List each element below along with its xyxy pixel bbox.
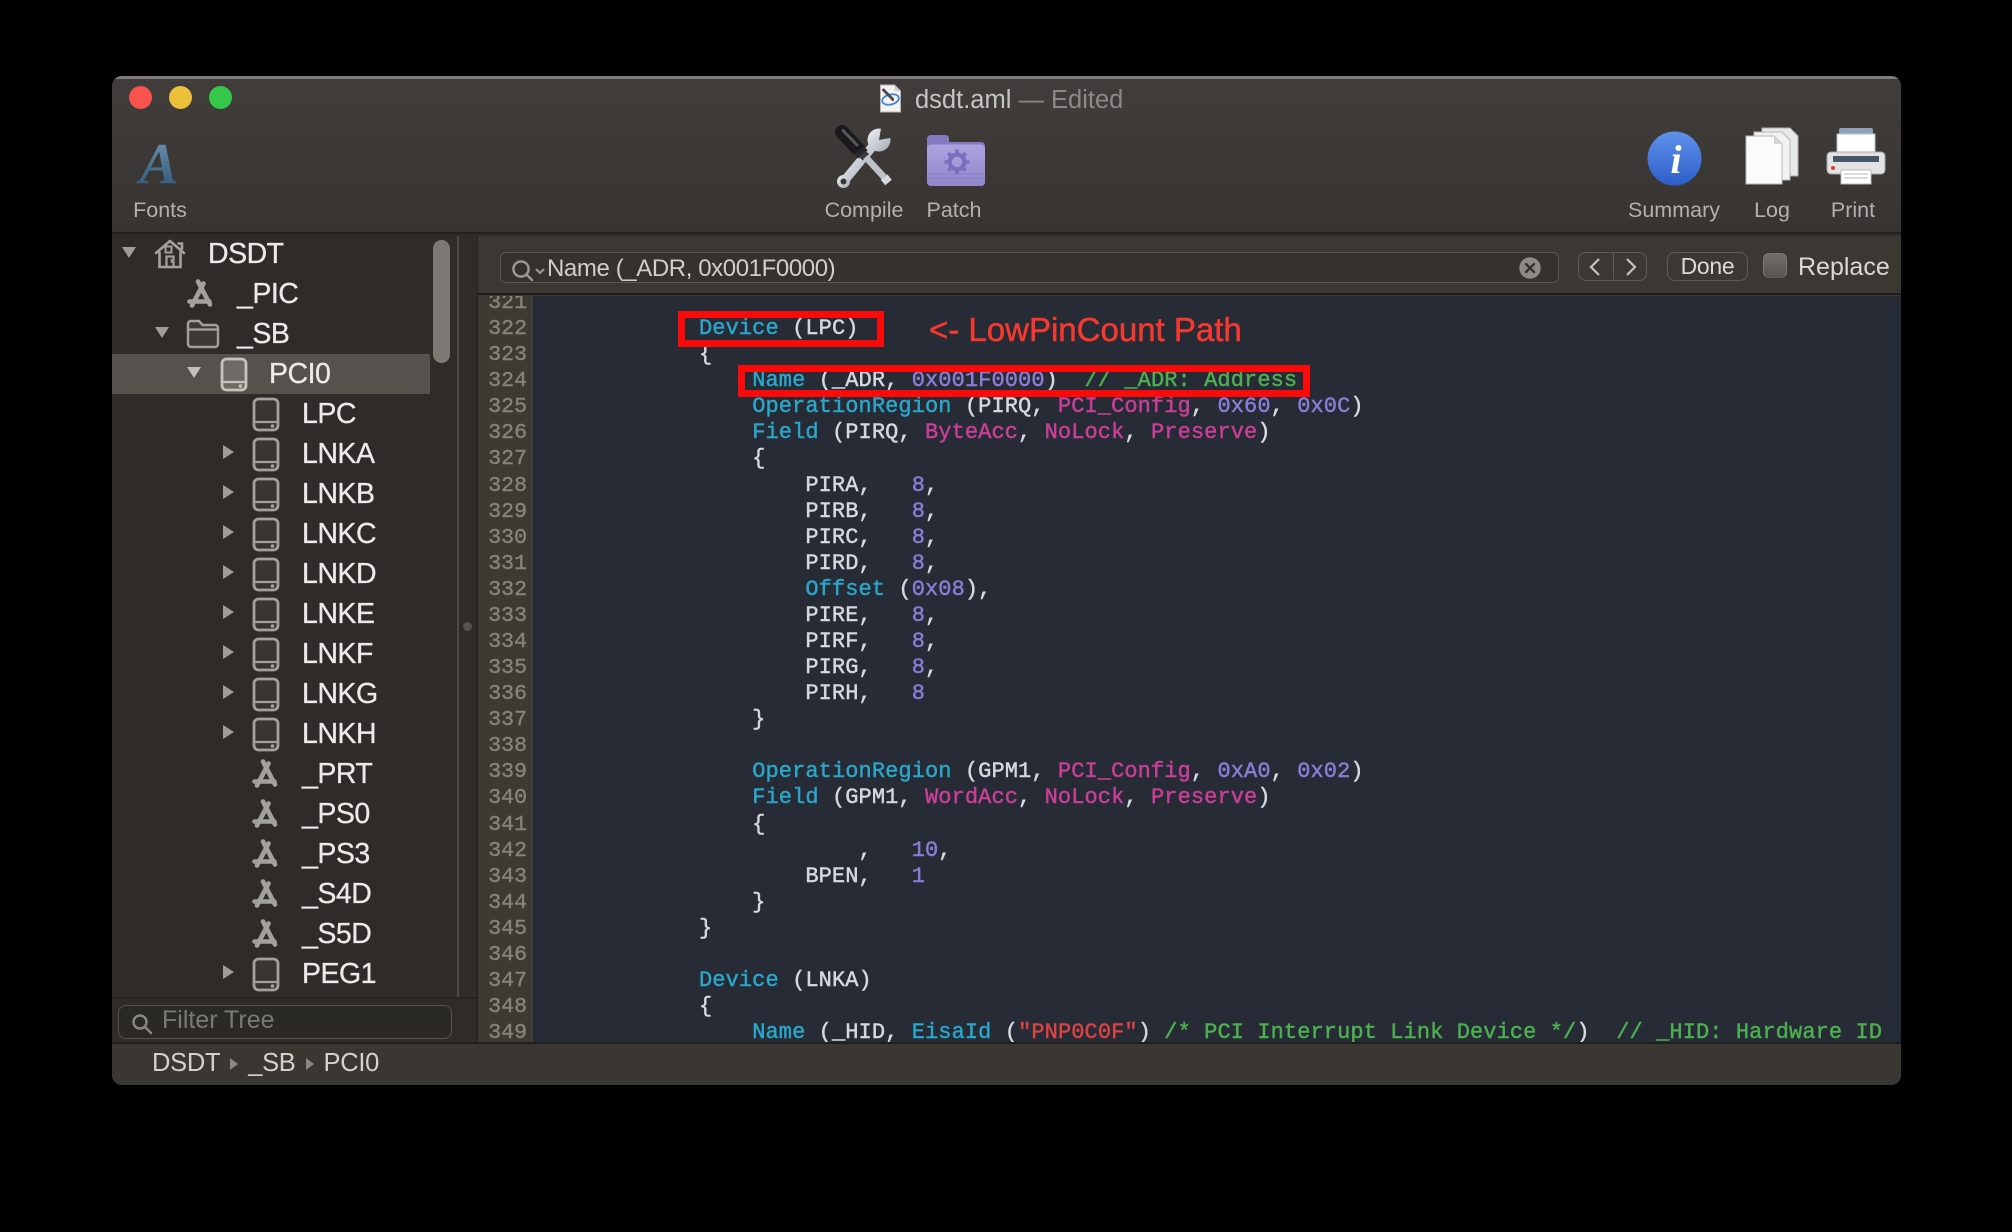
svg-text:A: A (137, 136, 179, 192)
svg-text:i: i (1670, 137, 1681, 182)
